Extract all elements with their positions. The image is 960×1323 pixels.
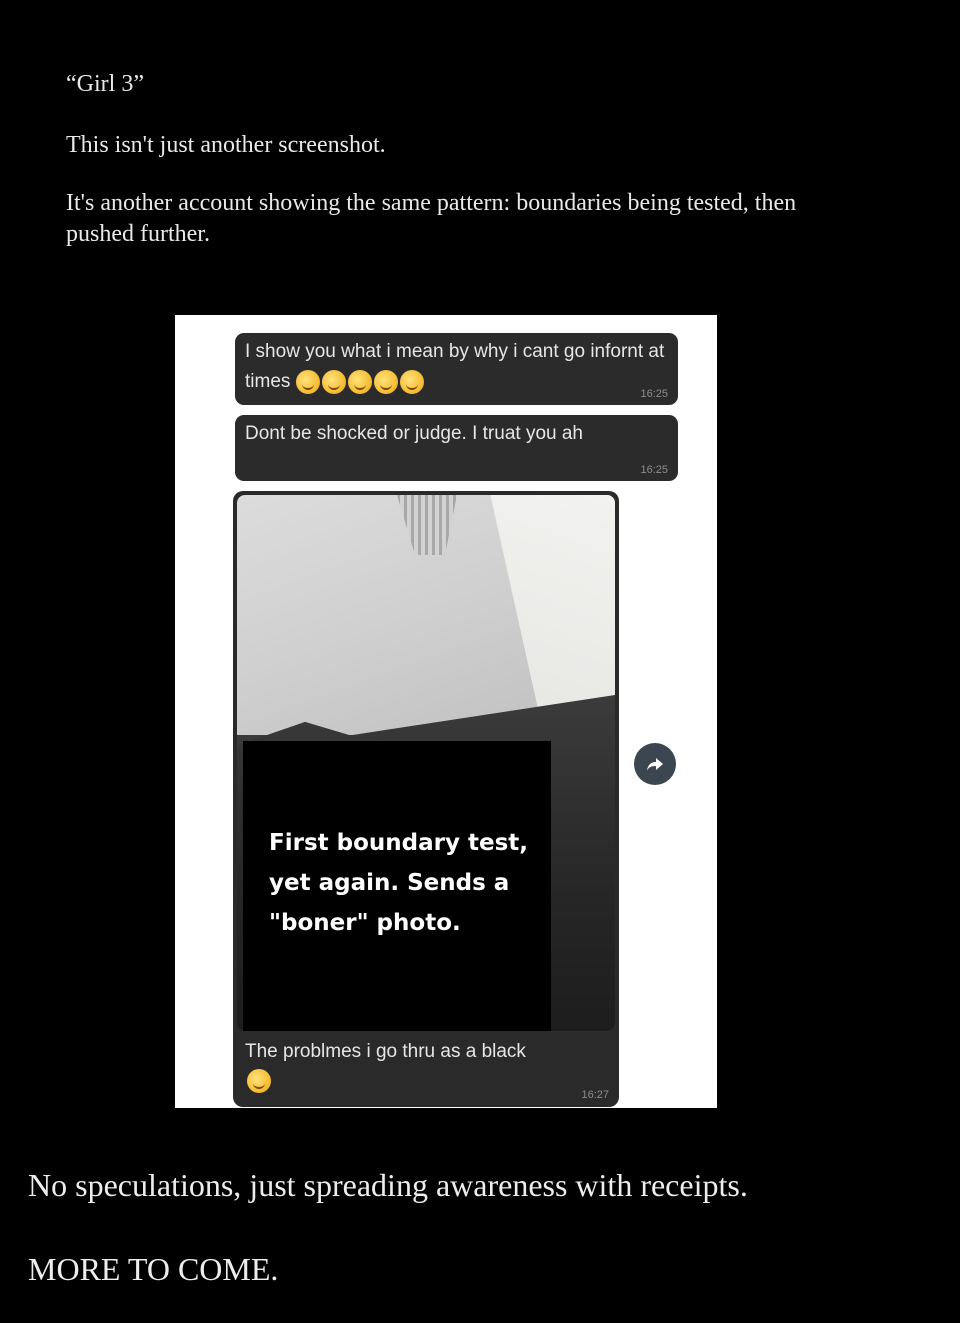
chat-message-2: Dont be shocked or judge. I truat you ah… bbox=[235, 415, 678, 481]
redaction-caption-box: First boundary test, yet again. Sends a … bbox=[243, 741, 551, 1031]
grinning-emoji-icon bbox=[296, 369, 321, 394]
chat-message-1: I show you what i mean by why i cant go … bbox=[235, 333, 678, 405]
intro-paragraph: It's another account showing the same pa… bbox=[66, 190, 797, 247]
chat-image-message[interactable]: First boundary test, yet again. Sends a … bbox=[233, 491, 619, 1107]
share-forward-button[interactable] bbox=[634, 743, 676, 785]
grinning-emoji-icon bbox=[322, 369, 347, 394]
closing-statement: No speculations, just spreading awarenes… bbox=[28, 1167, 748, 1203]
message-timestamp: 16:25 bbox=[640, 464, 668, 476]
grinning-emoji-icon bbox=[374, 369, 399, 394]
message-text: Dont be shocked or judge. I truat you ah bbox=[245, 423, 583, 444]
intro-line: This isn't just another screenshot. bbox=[66, 132, 386, 158]
grinning-emoji-icon bbox=[348, 369, 373, 394]
message-timestamp: 16:27 bbox=[581, 1089, 609, 1101]
post-title: “Girl 3” bbox=[66, 71, 144, 97]
attached-photo[interactable]: First boundary test, yet again. Sends a … bbox=[237, 495, 615, 1031]
overlay-caption: First boundary test, yet again. Sends a … bbox=[269, 830, 528, 936]
chat-screenshot: I show you what i mean by why i cant go … bbox=[175, 315, 717, 1108]
closing-teaser: MORE TO COME. bbox=[28, 1251, 279, 1287]
intro-section: “Girl 3” This isn't just another screens… bbox=[66, 66, 866, 250]
grinning-emoji-icon bbox=[400, 369, 425, 394]
message-timestamp: 16:25 bbox=[640, 388, 668, 400]
share-forward-icon bbox=[647, 758, 663, 771]
emoji-group bbox=[296, 367, 426, 397]
grinning-emoji-icon bbox=[247, 1069, 271, 1093]
message-text: The problmes i go thru as a black bbox=[245, 1041, 526, 1062]
